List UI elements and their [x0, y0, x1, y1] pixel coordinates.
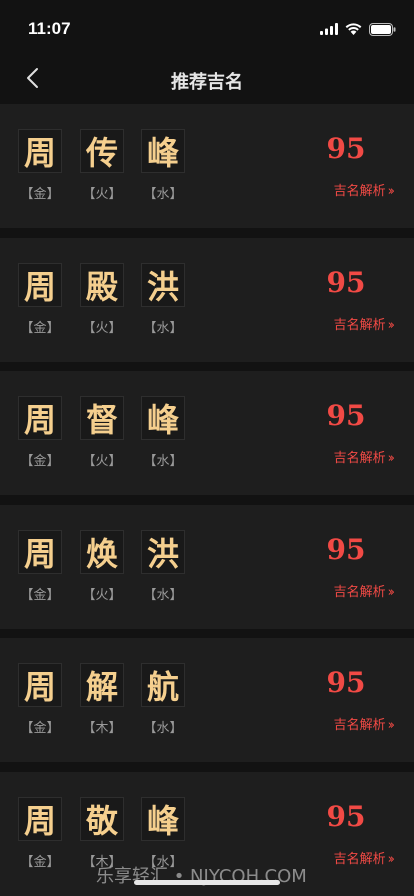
analysis-label: 吉名解析 [333, 451, 386, 466]
name-char-surname: 周 [18, 530, 62, 574]
analysis-label: 吉名解析 [333, 718, 386, 733]
analysis-label: 吉名解析 [333, 184, 386, 199]
name-char-middle: 殿 [80, 263, 124, 307]
element-label: 【火】 [82, 454, 122, 469]
wifi-icon [345, 23, 362, 35]
name-analysis-link[interactable]: 吉名解析 ›› [333, 581, 396, 600]
name-char-surname: 周 [18, 129, 62, 173]
element-label: 【火】 [82, 588, 122, 603]
name-char-last: 洪 [141, 530, 185, 574]
element-label: 【火】 [82, 187, 122, 202]
navigation-bar: 推荐吉名 [0, 52, 414, 104]
element-label: 【金】 [20, 588, 60, 603]
name-card[interactable]: 周 传 峰 【金】 【火】 【水】 95 吉名解析 ›› [0, 104, 414, 228]
element-label: 【木】 [82, 721, 122, 736]
name-char-middle: 敬 [80, 797, 124, 841]
name-char-surname: 周 [18, 396, 62, 440]
name-analysis-link[interactable]: 吉名解析 ›› [333, 848, 396, 867]
element-label: 【火】 [82, 321, 122, 336]
name-analysis-link[interactable]: 吉名解析 ›› [333, 314, 396, 333]
name-char-middle: 焕 [80, 530, 124, 574]
name-char-middle: 解 [80, 663, 124, 707]
name-score: 95 [326, 800, 366, 833]
name-card[interactable]: 周 殿 洪 【金】 【火】 【水】 95 吉名解析 ›› [0, 238, 414, 362]
element-label: 【水】 [143, 721, 183, 736]
double-chevron-right-icon: ›› [387, 318, 396, 333]
name-score: 95 [326, 399, 366, 432]
double-chevron-right-icon: ›› [387, 585, 396, 600]
double-chevron-right-icon: ›› [387, 451, 396, 466]
double-chevron-right-icon: ›› [387, 718, 396, 733]
analysis-label: 吉名解析 [333, 585, 386, 600]
name-char-last: 航 [141, 663, 185, 707]
name-char-last: 峰 [141, 129, 185, 173]
name-analysis-link[interactable]: 吉名解析 ›› [333, 180, 396, 199]
name-score: 95 [326, 266, 366, 299]
element-label: 【水】 [143, 454, 183, 469]
name-card[interactable]: 周 焕 洪 【金】 【火】 【水】 95 吉名解析 ›› [0, 505, 414, 629]
status-time: 11:07 [28, 19, 71, 38]
name-score: 95 [326, 533, 366, 566]
name-char-surname: 周 [18, 797, 62, 841]
name-card[interactable]: 周 解 航 【金】 【木】 【水】 95 吉名解析 ›› [0, 638, 414, 762]
name-char-last: 峰 [141, 797, 185, 841]
name-score: 95 [326, 666, 366, 699]
name-score: 95 [326, 132, 366, 165]
analysis-label: 吉名解析 [333, 852, 386, 867]
battery-icon [369, 22, 396, 36]
page-title: 推荐吉名 [171, 72, 243, 93]
status-icons [320, 22, 396, 36]
status-bar: 11:07 [0, 0, 414, 52]
name-char-last: 峰 [141, 396, 185, 440]
cellular-signal-icon [320, 23, 338, 35]
name-char-last: 洪 [141, 263, 185, 307]
element-label: 【水】 [143, 588, 183, 603]
element-label: 【金】 [20, 855, 60, 870]
name-char-surname: 周 [18, 263, 62, 307]
element-label: 【金】 [20, 187, 60, 202]
element-label: 【水】 [143, 321, 183, 336]
double-chevron-right-icon: ›› [387, 852, 396, 867]
element-label: 【水】 [143, 187, 183, 202]
element-label: 【金】 [20, 321, 60, 336]
name-analysis-link[interactable]: 吉名解析 ›› [333, 714, 396, 733]
name-analysis-link[interactable]: 吉名解析 ›› [333, 447, 396, 466]
name-char-middle: 传 [80, 129, 124, 173]
name-char-surname: 周 [18, 663, 62, 707]
name-card[interactable]: 周 督 峰 【金】 【火】 【水】 95 吉名解析 ›› [0, 371, 414, 495]
name-char-middle: 督 [80, 396, 124, 440]
element-label: 【金】 [20, 721, 60, 736]
analysis-label: 吉名解析 [333, 318, 386, 333]
double-chevron-right-icon: ›› [387, 184, 396, 199]
home-indicator[interactable] [134, 880, 280, 885]
element-label: 【金】 [20, 454, 60, 469]
